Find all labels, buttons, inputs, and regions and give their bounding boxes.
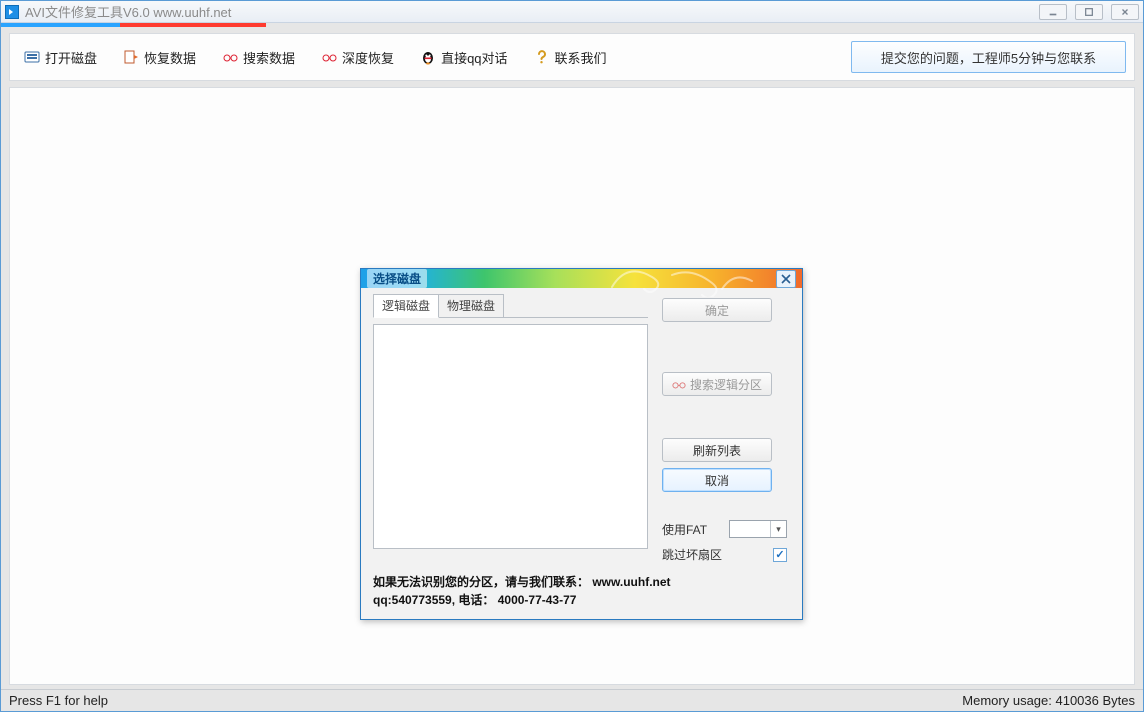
minimize-button[interactable] — [1039, 4, 1067, 20]
ok-button[interactable]: 确定 — [662, 298, 772, 322]
disk-type-tabstrip: 逻辑磁盘 物理磁盘 — [373, 296, 648, 318]
dialog-title: 选择磁盘 — [367, 269, 427, 288]
refresh-list-label: 刷新列表 — [693, 442, 741, 459]
dialog-titlebar[interactable]: 选择磁盘 — [361, 269, 802, 288]
cancel-button[interactable]: 取消 — [662, 468, 772, 492]
contact-us-label: 联系我们 — [555, 48, 607, 67]
skip-bad-sector-checkbox[interactable]: ✓ — [773, 548, 787, 562]
recover-data-label: 恢复数据 — [144, 48, 196, 67]
refresh-list-button[interactable]: 刷新列表 — [662, 438, 772, 462]
ok-button-label: 确定 — [705, 302, 729, 319]
window-title: AVI文件修复工具V6.0 www.uuhf.net — [25, 2, 231, 21]
recover-icon — [123, 49, 139, 65]
search-glasses-icon — [672, 379, 686, 389]
tab-physical-disk[interactable]: 物理磁盘 — [438, 294, 504, 317]
deep-recover-glasses-icon — [321, 49, 337, 65]
open-disk-button[interactable]: 打开磁盘 — [18, 44, 103, 71]
submit-question-button[interactable]: 提交您的问题，工程师5分钟与您联系 — [851, 41, 1126, 73]
content-area: 选择磁盘 逻辑磁盘 物理磁盘 确定 — [9, 87, 1135, 685]
titlebar[interactable]: AVI文件修复工具V6.0 www.uuhf.net — [1, 1, 1143, 23]
chevron-down-icon: ▾ — [770, 521, 786, 537]
statusbar: Press F1 for help Memory usage: 410036 B… — [1, 689, 1143, 711]
select-disk-dialog: 选择磁盘 逻辑磁盘 物理磁盘 确定 — [360, 268, 803, 620]
main-window: AVI文件修复工具V6.0 www.uuhf.net 打开磁盘 — [0, 0, 1144, 712]
question-icon — [534, 49, 550, 65]
qq-chat-label: 直接qq对话 — [441, 48, 507, 67]
disk-icon — [24, 49, 40, 65]
cancel-button-label: 取消 — [705, 472, 729, 489]
dialog-footer-line1: 如果无法识别您的分区，请与我们联系： www.uuhf.net — [373, 573, 790, 591]
contact-us-button[interactable]: 联系我们 — [528, 44, 613, 71]
search-data-button[interactable]: 搜索数据 — [216, 44, 301, 71]
skip-bad-sector-label: 跳过坏扇区 — [662, 546, 773, 563]
deep-recover-button[interactable]: 深度恢复 — [315, 44, 400, 71]
search-glasses-icon — [222, 49, 238, 65]
status-memory-text: Memory usage: 410036 Bytes — [962, 693, 1135, 708]
tab-logical-disk[interactable]: 逻辑磁盘 — [373, 294, 439, 318]
progress-stripe — [1, 23, 1143, 27]
open-disk-label: 打开磁盘 — [45, 48, 97, 67]
search-logical-partition-button[interactable]: 搜索逻辑分区 — [662, 372, 772, 396]
submit-question-label: 提交您的问题，工程师5分钟与您联系 — [881, 48, 1096, 67]
use-fat-combo[interactable]: ▾ — [729, 520, 787, 538]
maximize-button[interactable] — [1075, 4, 1103, 20]
qq-penguin-icon — [420, 49, 436, 65]
qq-chat-button[interactable]: 直接qq对话 — [414, 44, 513, 71]
search-partition-label: 搜索逻辑分区 — [690, 376, 762, 393]
status-help-text: Press F1 for help — [9, 693, 108, 708]
use-fat-label: 使用FAT — [662, 521, 729, 538]
close-button[interactable] — [1111, 4, 1139, 20]
disk-listbox[interactable] — [373, 324, 648, 549]
toolbar: 打开磁盘 恢复数据 搜索数据 深度恢复 — [9, 33, 1135, 81]
dialog-footer: 如果无法识别您的分区，请与我们联系： www.uuhf.net qq:54077… — [361, 567, 802, 619]
recover-data-button[interactable]: 恢复数据 — [117, 44, 202, 71]
search-data-label: 搜索数据 — [243, 48, 295, 67]
deep-recover-label: 深度恢复 — [342, 48, 394, 67]
app-icon — [5, 5, 19, 19]
dialog-footer-line2: qq:540773559, 电话： 4000-77-43-77 — [373, 591, 790, 609]
dialog-close-button[interactable] — [776, 270, 796, 288]
